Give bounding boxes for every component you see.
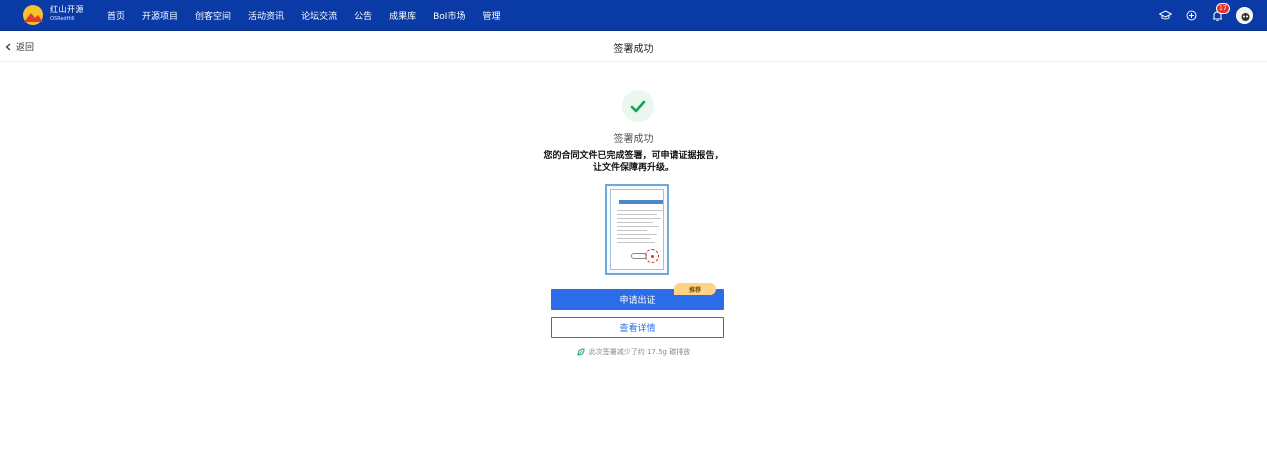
nav-item-forum[interactable]: 论坛交流 — [301, 9, 337, 22]
nav-item-open-source-projects[interactable]: 开源项目 — [142, 9, 178, 22]
page-header: 返回 签署成功 — [0, 31, 1267, 62]
brand-name: 红山开源 — [50, 5, 84, 14]
certificate-header-bar — [619, 200, 663, 204]
certificate-text-line — [617, 222, 653, 223]
certificate-text-line — [617, 242, 655, 243]
logo-icon — [23, 5, 43, 25]
carbon-note: 此次签署减少了约 17.5g 碳排放 — [0, 347, 1267, 357]
view-details-button[interactable]: 查看详情 — [551, 317, 724, 338]
success-indicator — [622, 90, 654, 122]
nav-item-announcements[interactable]: 公告 — [354, 9, 372, 22]
recommend-tag: 推荐 — [674, 283, 716, 295]
certificate-text-line — [617, 226, 659, 227]
nav-item-home[interactable]: 首页 — [107, 9, 125, 22]
success-title: 签署成功 — [613, 134, 654, 145]
header-actions: 17 — [1158, 0, 1253, 31]
success-description-line-2: 让文件保障再升级。 — [592, 163, 674, 173]
certificate-text-line — [617, 230, 647, 231]
carbon-note-text: 此次签署减少了约 17.5g 碳排放 — [588, 348, 691, 356]
graduation-cap-icon[interactable] — [1158, 9, 1172, 23]
certificate-thumbnail — [605, 184, 669, 275]
checkmark-icon — [630, 100, 646, 112]
leaf-icon — [577, 348, 585, 356]
nav-item-boi-market[interactable]: BoI市场 — [433, 9, 465, 22]
logo[interactable]: 红山开源 OSRedHill — [22, 3, 88, 27]
avatar[interactable] — [1236, 7, 1253, 24]
certificate-text-line — [617, 214, 657, 215]
nav-item-maker-space[interactable]: 创客空间 — [195, 9, 231, 22]
nav-item-achievements[interactable]: 成果库 — [389, 9, 416, 22]
page-title: 签署成功 — [613, 44, 654, 55]
notification-badge: 17 — [1216, 2, 1230, 14]
nav-item-events[interactable]: 活动资讯 — [248, 9, 284, 22]
certificate-text-line — [617, 238, 651, 239]
add-circle-icon[interactable] — [1184, 9, 1198, 23]
main-nav: 首页 开源项目 创客空间 活动资讯 论坛交流 公告 成果库 BoI市场 管理 — [107, 0, 517, 31]
certificate-text-line — [617, 234, 657, 235]
nav-item-admin[interactable]: 管理 — [482, 9, 500, 22]
brand-subtitle: OSRedHill — [50, 16, 75, 22]
certificate-text-line — [617, 210, 663, 211]
top-navbar: 红山开源 OSRedHill 首页 开源项目 创客空间 活动资讯 论坛交流 公告… — [0, 0, 1267, 31]
certificate-text-line — [617, 218, 661, 219]
seal-icon — [645, 249, 659, 263]
bell-icon[interactable]: 17 — [1210, 2, 1230, 23]
